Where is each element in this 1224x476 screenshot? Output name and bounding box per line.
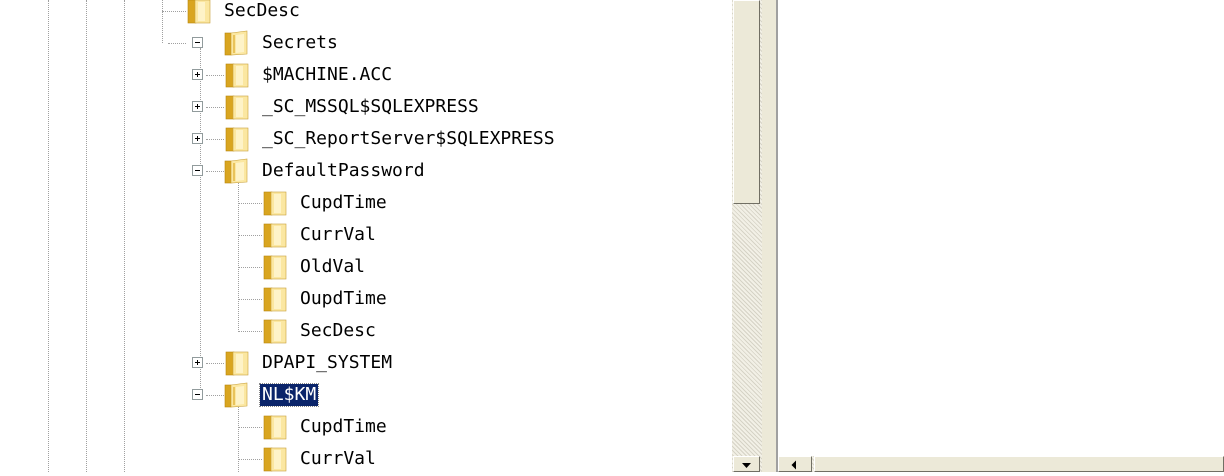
- tree-item-label[interactable]: OldVal: [298, 256, 367, 278]
- tree-guide-line: [86, 0, 87, 472]
- folder-icon: [225, 63, 249, 88]
- tree-item-label[interactable]: CurrVal: [298, 224, 378, 246]
- tree-item-label[interactable]: SecDesc: [298, 320, 378, 342]
- tree-guide-line: [124, 0, 125, 472]
- tree-guide-line: [238, 331, 262, 332]
- tree-item-label[interactable]: OupdTime: [298, 288, 389, 310]
- scrollbar-thumb[interactable]: [814, 456, 1224, 472]
- tree-item-label[interactable]: CupdTime: [298, 192, 389, 214]
- tree-item-label[interactable]: SecDesc: [222, 0, 302, 22]
- folder-icon: [263, 223, 287, 248]
- tree-guide-line: [238, 459, 262, 460]
- tree-guide-line: [238, 235, 262, 236]
- tree-guide-line: [238, 203, 262, 204]
- arrow-down-icon: [742, 463, 751, 468]
- tree-item-label[interactable]: $MACHINE.ACC: [260, 64, 394, 86]
- expand-button[interactable]: [192, 101, 203, 112]
- expand-button[interactable]: [192, 357, 203, 368]
- folder-icon: [263, 287, 287, 312]
- tree-item-label[interactable]: _SC_MSSQL$SQLEXPRESS: [260, 96, 481, 118]
- collapse-button[interactable]: [192, 389, 203, 400]
- folder-icon: [263, 319, 287, 344]
- tree-guide-line: [168, 43, 186, 44]
- folder-icon: [225, 127, 249, 152]
- collapse-button[interactable]: [192, 37, 203, 48]
- folder-open-icon: [224, 30, 248, 56]
- tree-guide-line: [200, 48, 201, 394]
- registry-tree[interactable]: SecDesc Secrets $MACHINE.ACC _SC_MSSQL$SQLE…: [0, 0, 732, 472]
- scroll-down-button[interactable]: [733, 456, 760, 472]
- tree-item-label[interactable]: DefaultPassword: [260, 160, 427, 182]
- folder-icon: [187, 0, 211, 24]
- folder-open-icon: [224, 158, 248, 184]
- folder-icon: [263, 447, 287, 472]
- values-list-pane[interactable]: [778, 0, 1224, 472]
- tree-guide-line: [48, 0, 49, 472]
- tree-guide-line: [238, 400, 239, 472]
- collapse-button[interactable]: [192, 165, 203, 176]
- tree-guide-line: [206, 171, 224, 172]
- tree-guide-line: [162, 0, 163, 43]
- folder-icon: [263, 191, 287, 216]
- tree-guide-line: [206, 107, 224, 108]
- tree-item-label[interactable]: CurrVal: [298, 448, 378, 470]
- tree-guide-line: [206, 363, 224, 364]
- tree-guide-line: [206, 395, 224, 396]
- expand-button[interactable]: [192, 133, 203, 144]
- tree-vertical-scrollbar[interactable]: [732, 0, 762, 472]
- scrollbar-thumb[interactable]: [733, 0, 760, 204]
- folder-open-icon: [224, 382, 248, 408]
- tree-item-label[interactable]: DPAPI_SYSTEM: [260, 352, 394, 374]
- folder-icon: [225, 95, 249, 120]
- tree-guide-line: [206, 139, 224, 140]
- tree-item-label[interactable]: Secrets: [260, 32, 340, 54]
- tree-item-label[interactable]: NL$KM: [258, 383, 320, 407]
- folder-icon: [225, 351, 249, 376]
- tree-guide-line: [206, 75, 224, 76]
- expand-button[interactable]: [192, 69, 203, 80]
- tree-guide-line: [162, 11, 186, 12]
- tree-guide-line: [238, 299, 262, 300]
- list-horizontal-scrollbar[interactable]: [778, 456, 1224, 472]
- tree-guide-line: [238, 176, 239, 330]
- folder-icon: [263, 415, 287, 440]
- folder-icon: [263, 255, 287, 280]
- scroll-left-button[interactable]: [778, 456, 812, 472]
- tree-guide-line: [238, 427, 262, 428]
- arrow-left-icon: [791, 460, 796, 470]
- tree-item-label[interactable]: CupdTime: [298, 416, 389, 438]
- tree-item-label[interactable]: _SC_ReportServer$SQLEXPRESS: [260, 128, 557, 150]
- tree-guide-line: [238, 267, 262, 268]
